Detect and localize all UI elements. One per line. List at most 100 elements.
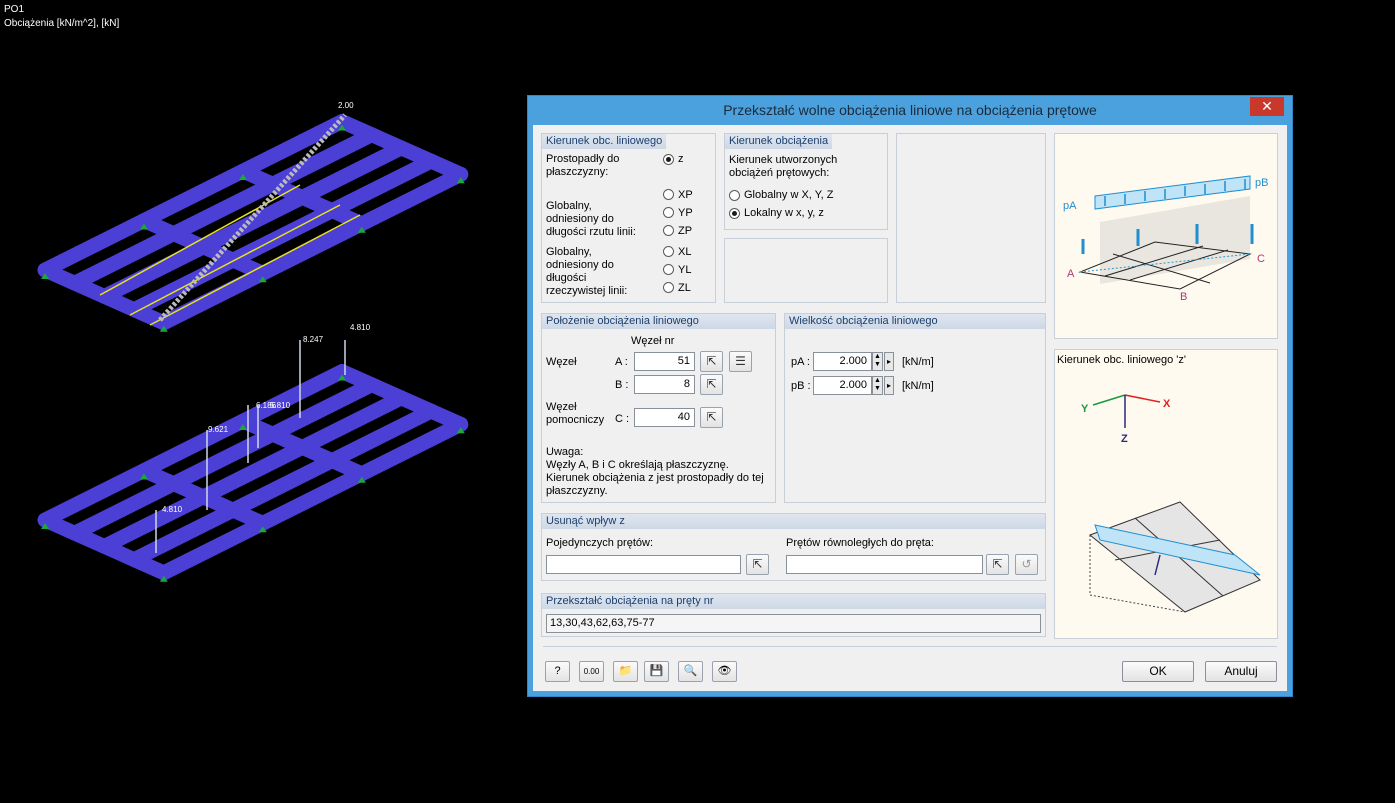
- svg-text:Y: Y: [1081, 403, 1089, 415]
- node-b-input[interactable]: 8: [634, 375, 695, 394]
- line-load-position-group: Położenie obciążenia liniowego Węzeł nr …: [541, 313, 776, 503]
- line-load-magnitude-header: Wielkość obciążenia liniowego: [785, 314, 1045, 329]
- convert-dialog: Przekształć wolne obciążenia liniowe na …: [527, 95, 1293, 697]
- radio-global-xyz[interactable]: [729, 190, 740, 201]
- units-button[interactable]: 0.00: [579, 661, 604, 682]
- svg-text:A: A: [1067, 268, 1075, 280]
- radio-xp[interactable]: [663, 189, 674, 200]
- node-nr-label: Węzeł nr: [631, 335, 675, 347]
- node-a-label: A :: [615, 356, 628, 368]
- single-members-input[interactable]: [546, 555, 741, 574]
- pick-node-b-button[interactable]: ⇱: [700, 374, 723, 395]
- pb-arrow-button[interactable]: ▸: [884, 376, 894, 395]
- pa-input[interactable]: 2.000: [813, 352, 872, 371]
- remove-influence-group: Usunąć wpływ z Pojedynczych prętów: ⇱ Pr…: [541, 513, 1046, 581]
- save-button[interactable]: 💾: [644, 661, 669, 682]
- close-button[interactable]: ✕: [1250, 97, 1284, 116]
- node-c-input[interactable]: 40: [634, 408, 695, 427]
- radio-yl-label: YL: [678, 264, 692, 276]
- line-load-direction-group: Kierunek obc. liniowego Prostopadły do p…: [541, 133, 716, 303]
- note-text: Węzły A, B i C określają płaszczyznę. Ki…: [546, 459, 764, 497]
- radio-xl-label: XL: [678, 246, 692, 258]
- line-load-position-header: Położenie obciążenia liniowego: [542, 314, 775, 329]
- node-a-input[interactable]: 51: [634, 352, 695, 371]
- radio-global-xyz-label: Globalny w X, Y, Z: [744, 189, 834, 201]
- radio-z[interactable]: [663, 154, 674, 165]
- pa-unit: [kN/m]: [902, 356, 934, 368]
- radio-local-xyz-label: Lokalny w x, y, z: [744, 207, 824, 219]
- svg-text:C: C: [1257, 253, 1265, 265]
- pb-label: pB :: [791, 380, 811, 392]
- upper-structure: [37, 113, 469, 332]
- radio-zl[interactable]: [663, 282, 674, 293]
- view-detail-button[interactable]: 🔍: [678, 661, 703, 682]
- svg-text:pB: pB: [1255, 177, 1268, 189]
- footer-separator: [543, 646, 1277, 647]
- radio-zl-label: ZL: [678, 282, 691, 294]
- radio-z-label: z: [678, 153, 684, 165]
- line-load-magnitude-group: Wielkość obciążenia liniowego pA : 2.000…: [784, 313, 1046, 503]
- diagram-preview-top: pA pB A B C: [1054, 133, 1278, 339]
- line-load-direction-header: Kierunek obc. liniowego: [542, 134, 667, 149]
- svg-text:B: B: [1180, 291, 1187, 303]
- cancel-button[interactable]: Anuluj: [1205, 661, 1277, 682]
- parallel-members-input[interactable]: [786, 555, 983, 574]
- convert-members-header: Przekształć obciążenia na pręty nr: [542, 594, 1045, 609]
- model-viewport[interactable]: 2.004.8108.2476.1865.8109.6214.810: [0, 0, 525, 803]
- radio-zp-label: ZP: [678, 225, 693, 237]
- load-value-label: 8.247: [303, 335, 324, 344]
- svg-text:X: X: [1163, 398, 1171, 410]
- reset-button[interactable]: ↺: [1015, 554, 1038, 575]
- pick-single-members-button[interactable]: ⇱: [746, 554, 769, 575]
- svg-text:Z: Z: [1121, 433, 1128, 445]
- convert-members-input[interactable]: 13,30,43,62,63,75-77: [546, 614, 1041, 633]
- node-label: Węzeł: [546, 356, 577, 368]
- remove-influence-header: Usunąć wpływ z: [542, 514, 1045, 529]
- pb-input[interactable]: 2.000: [813, 376, 872, 395]
- radio-xl[interactable]: [663, 246, 674, 257]
- empty-panel-2: [896, 133, 1046, 303]
- ok-button[interactable]: OK: [1122, 661, 1194, 682]
- preview-button[interactable]: 👁: [712, 661, 737, 682]
- parallel-members-label: Prętów równoległych do pręta:: [786, 537, 934, 549]
- open-button[interactable]: 📁: [613, 661, 638, 682]
- radio-local-xyz[interactable]: [729, 208, 740, 219]
- node-c-label: C :: [615, 413, 630, 425]
- svg-text:pA: pA: [1063, 200, 1077, 212]
- aux-node-label: Węzeł pomocniczy: [546, 401, 605, 426]
- load-direction-group: Kierunek obciążenia Kierunek utworzonych…: [724, 133, 888, 230]
- global-projected-label: Globalny, odniesiony do długości rzutu l…: [546, 200, 636, 238]
- pa-arrow-button[interactable]: ▸: [884, 352, 894, 371]
- empty-panel-1: [724, 238, 888, 303]
- help-button[interactable]: ?: [545, 661, 570, 682]
- load-diagram: pA pB A B C: [1063, 175, 1268, 303]
- pb-spinner[interactable]: ▲ ▼: [872, 376, 883, 395]
- node-list-button[interactable]: ☰: [729, 351, 752, 372]
- load-value-label: 4.810: [350, 323, 371, 332]
- pick-node-c-button[interactable]: ⇱: [700, 407, 723, 428]
- pick-parallel-members-button[interactable]: ⇱: [986, 554, 1009, 575]
- diagram-preview-bottom: Kierunek obc. liniowego 'z' X Y Z: [1054, 349, 1278, 639]
- note-title: Uwaga:: [546, 446, 584, 458]
- radio-zp[interactable]: [663, 225, 674, 236]
- load-value-label: 5.810: [270, 401, 291, 410]
- axes-diagram: X Y Z: [1081, 394, 1261, 613]
- global-true-label: Globalny, odniesiony do długości rzeczyw…: [546, 246, 628, 297]
- dialog-titlebar[interactable]: Przekształć wolne obciążenia liniowe na …: [528, 96, 1292, 124]
- radio-yp[interactable]: [663, 207, 674, 218]
- convert-members-group: Przekształć obciążenia na pręty nr 13,30…: [541, 593, 1046, 637]
- pa-label: pA :: [791, 356, 810, 368]
- radio-yl[interactable]: [663, 264, 674, 275]
- radio-yp-label: YP: [678, 207, 693, 219]
- load-direction-header: Kierunek obciążenia: [725, 134, 833, 149]
- load-value-label: 2.00: [338, 101, 354, 110]
- load-value-label: 9.621: [208, 425, 229, 434]
- node-b-label: B :: [615, 379, 629, 391]
- load-direction-desc: Kierunek utworzonych obciążeń prętowych:: [729, 154, 838, 179]
- load-value-label: 4.810: [162, 505, 183, 514]
- pa-spinner[interactable]: ▲ ▼: [872, 352, 883, 371]
- pick-node-a-button[interactable]: ⇱: [700, 351, 723, 372]
- single-members-label: Pojedynczych prętów:: [546, 537, 653, 549]
- dialog-client: Kierunek obc. liniowego Prostopadły do p…: [533, 125, 1287, 691]
- perpendicular-label: Prostopadły do płaszczyzny:: [546, 153, 620, 178]
